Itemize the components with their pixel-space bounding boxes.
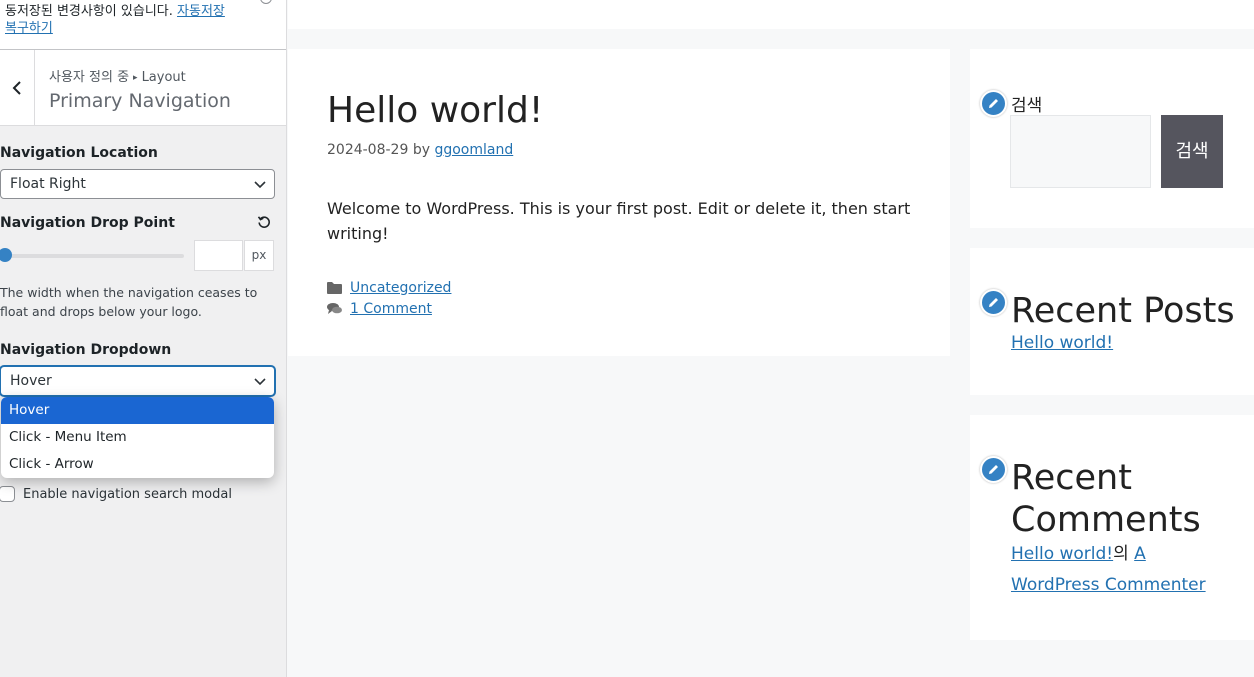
nav-dropdown-label: Navigation Dropdown (0, 342, 172, 358)
autosave-notice: 동저장된 변경사항이 있습니다. 자동저장 복구하기 (0, 0, 286, 50)
site-preview: Hello world! 2024-08-29 by ggoomland Wel… (288, 0, 1254, 677)
recent-comments-widget: Recent Comments Hello world!의 A WordPress … (970, 415, 1254, 640)
drop-point-input[interactable] (194, 240, 243, 271)
section-header: 사용자 정의 중 ▸ Layout Primary Navigation (0, 50, 286, 126)
pencil-icon (989, 465, 998, 474)
comment-post-link[interactable]: Hello world! (1011, 544, 1113, 564)
section-title: Primary Navigation (49, 90, 231, 112)
dropdown-option-click-menu-item[interactable]: Click - Menu Item (1, 424, 274, 451)
search-button[interactable]: 검색 (1161, 115, 1223, 188)
drop-point-slider[interactable] (0, 254, 184, 258)
notice-text: 동저장된 변경사항이 있습니다. (5, 4, 173, 19)
post-content: Welcome to WordPress. This is your first… (327, 199, 911, 243)
slider-handle[interactable] (0, 248, 12, 262)
search-input[interactable] (1010, 115, 1151, 188)
post-card: Hello world! 2024-08-29 by ggoomland Wel… (288, 49, 950, 356)
reset-icon[interactable] (257, 215, 271, 229)
customizer-sidebar: 동저장된 변경사항이 있습니다. 자동저장 복구하기 사용자 정의 중 ▸ Layou… (0, 0, 287, 677)
recent-posts-title: Recent Posts (1011, 291, 1235, 331)
nav-location-label: Navigation Location (0, 145, 158, 161)
chevron-down-icon (254, 181, 266, 189)
search-widget-title: 검색 (1011, 96, 1043, 116)
dropdown-option-hover[interactable]: Hover (1, 397, 274, 424)
comments-link[interactable]: 1 Comment (350, 301, 432, 317)
nav-dropdown-select[interactable]: Hover (0, 366, 275, 396)
drop-point-description: The width when the navigation ceases to … (0, 285, 258, 319)
recent-posts-widget: Recent Posts Hello world! (970, 248, 1254, 395)
unit-label: px (244, 240, 274, 271)
breadcrumb: 사용자 정의 중 ▸ Layout (49, 70, 186, 85)
dismiss-notice-icon[interactable] (260, 0, 272, 4)
search-modal-checkbox[interactable] (0, 486, 15, 502)
chevron-left-icon (12, 80, 21, 95)
edit-shortcut[interactable] (980, 456, 1007, 483)
nav-dropdown-options: Hover Click - Menu Item Click - Arrow (1, 397, 274, 478)
edit-shortcut[interactable] (980, 90, 1007, 117)
pencil-icon (989, 99, 998, 108)
search-widget: 검색 검색 (970, 49, 1254, 228)
recent-comment-item: Hello world!의 A WordPress Commenter (1011, 544, 1206, 595)
post-date[interactable]: 2024-08-29 (327, 142, 408, 158)
drop-point-label: Navigation Drop Point (0, 215, 175, 231)
recent-post-link[interactable]: Hello world! (1011, 328, 1113, 359)
edit-shortcut[interactable] (980, 289, 1007, 316)
dropdown-option-click-arrow[interactable]: Click - Arrow (1, 451, 274, 478)
pencil-icon (989, 298, 998, 307)
search-modal-label: Enable navigation search modal (23, 487, 232, 502)
site-header (288, 0, 1254, 29)
folder-icon (327, 281, 342, 294)
post-meta: 2024-08-29 by ggoomland (327, 142, 514, 158)
recent-comments-title: Recent Comments (1011, 458, 1201, 540)
comments-icon (327, 302, 342, 314)
chevron-down-icon (254, 378, 266, 386)
post-title[interactable]: Hello world! (327, 90, 543, 131)
category-link[interactable]: Uncategorized (350, 280, 451, 296)
post-footer: Uncategorized 1 Comment (327, 277, 451, 319)
post-author-link[interactable]: ggoomland (434, 142, 513, 158)
nav-location-select[interactable]: Float Right (0, 169, 275, 199)
back-button[interactable] (0, 50, 35, 125)
